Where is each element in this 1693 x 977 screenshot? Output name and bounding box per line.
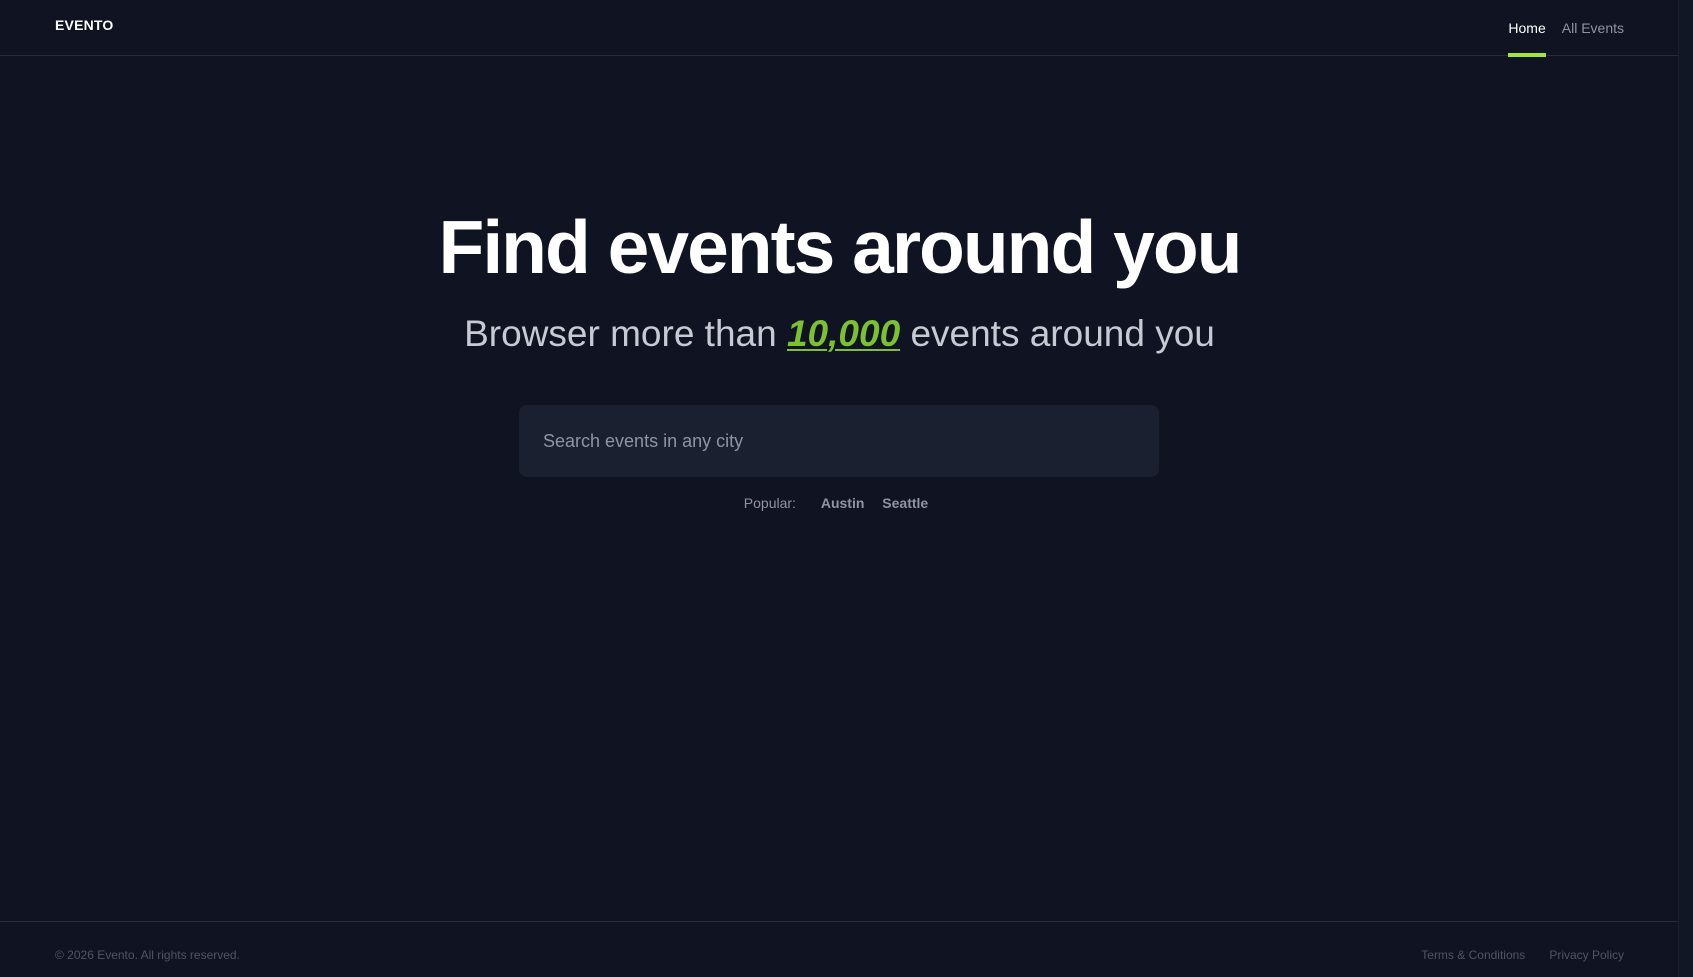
- city-search-container: [519, 405, 1159, 477]
- popular-city-austin[interactable]: Austin: [821, 495, 865, 511]
- events-count-highlight: 10,000: [786, 313, 901, 354]
- popular-label: Popular:: [743, 495, 796, 511]
- site-footer: © 2026 Evento. All rights reserved. Term…: [0, 921, 1679, 977]
- hero-subtitle-prefix: Browser more than: [464, 313, 777, 354]
- popular-cities: Popular: Austin Seattle: [0, 495, 1679, 511]
- popular-city-seattle[interactable]: Seattle: [882, 495, 928, 511]
- page: EVENTO Home All Events Find events aroun…: [0, 0, 1679, 977]
- city-search-input[interactable]: [519, 405, 1159, 477]
- hero-subtitle: Browser more than 10,000 events around y…: [0, 312, 1679, 356]
- nav-home-link[interactable]: Home: [1508, 0, 1547, 57]
- main-navigation: Home All Events: [1508, 0, 1624, 57]
- terms-conditions-link[interactable]: Terms & Conditions: [1421, 948, 1525, 962]
- copyright-text: © 2026 Evento. All rights reserved.: [55, 948, 240, 962]
- site-logo[interactable]: EVENTO: [55, 17, 114, 33]
- site-header: EVENTO Home All Events: [0, 0, 1679, 57]
- vertical-scrollbar[interactable]: [1678, 0, 1693, 977]
- privacy-policy-link[interactable]: Privacy Policy: [1549, 948, 1624, 962]
- footer-links: Terms & Conditions Privacy Policy: [1421, 948, 1624, 962]
- hero-title: Find events around you: [438, 205, 1243, 289]
- nav-all-events-link[interactable]: All Events: [1562, 0, 1624, 56]
- hero-subtitle-suffix: events around you: [910, 313, 1215, 354]
